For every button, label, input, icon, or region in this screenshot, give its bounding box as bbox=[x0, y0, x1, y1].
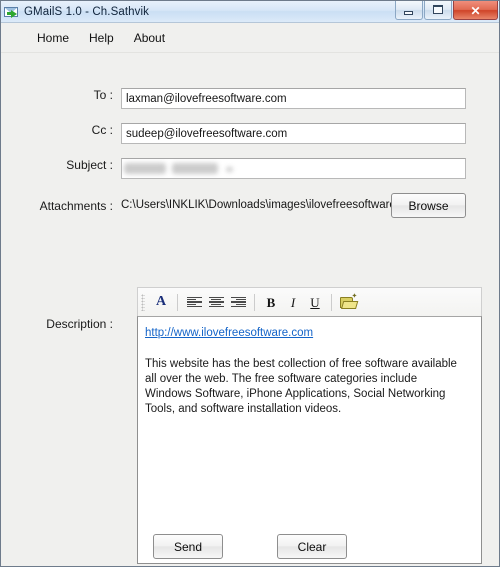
maximize-icon bbox=[433, 5, 443, 14]
toolbar-separator bbox=[254, 293, 255, 311]
to-row: To : bbox=[1, 88, 499, 109]
italic-glyph: I bbox=[290, 294, 296, 310]
redacted-text-blob bbox=[124, 163, 166, 174]
to-input[interactable] bbox=[121, 88, 466, 109]
attachment-path: C:\Users\INKLIK\Downloads\images\ilovefr… bbox=[121, 199, 391, 211]
bold-glyph: B bbox=[266, 294, 276, 310]
maximize-button[interactable] bbox=[424, 1, 452, 20]
description-label: Description : bbox=[46, 317, 113, 331]
menu-item-help[interactable]: Help bbox=[79, 28, 124, 48]
description-link[interactable]: http://www.ilovefreesoftware.com bbox=[145, 327, 313, 339]
underline-icon[interactable]: U bbox=[304, 292, 326, 313]
description-textarea[interactable]: http://www.ilovefreesoftware.com This we… bbox=[137, 316, 482, 564]
close-button[interactable]: ✕ bbox=[453, 1, 498, 20]
align-left-icon[interactable] bbox=[183, 292, 205, 313]
bold-icon[interactable]: B bbox=[260, 292, 282, 313]
align-center-icon[interactable] bbox=[205, 292, 227, 313]
font-color-icon[interactable]: A bbox=[150, 292, 172, 313]
italic-icon[interactable]: I bbox=[282, 292, 304, 313]
application-window: GMailS 1.0 - Ch.Sathvik ✕ Home Help Abou… bbox=[0, 0, 500, 567]
font-color-glyph: A bbox=[155, 294, 167, 309]
menu-item-home[interactable]: Home bbox=[27, 28, 79, 48]
browse-button[interactable]: Browse bbox=[391, 193, 466, 218]
redacted-text-blob bbox=[172, 163, 218, 174]
toolbar-separator bbox=[177, 293, 178, 311]
align-right-icon[interactable] bbox=[227, 292, 249, 313]
redacted-text-blob bbox=[226, 167, 233, 172]
formatting-toolbar: A B I U ✦ bbox=[137, 287, 482, 316]
footer-actions: Send Clear bbox=[1, 534, 499, 559]
form-area: To : Cc : Subject : Attachments : C:\Use… bbox=[1, 53, 499, 566]
to-label: To : bbox=[93, 88, 113, 102]
cc-label: Cc : bbox=[91, 123, 113, 137]
window-controls: ✕ bbox=[394, 1, 498, 21]
send-button[interactable]: Send bbox=[153, 534, 223, 559]
window-title: GMailS 1.0 - Ch.Sathvik bbox=[24, 5, 150, 18]
open-folder-icon[interactable]: ✦ bbox=[337, 292, 359, 313]
cc-row: Cc : bbox=[1, 123, 499, 144]
toolbar-grip[interactable] bbox=[141, 293, 145, 311]
minimize-icon bbox=[404, 11, 413, 15]
underline-glyph: U bbox=[310, 294, 320, 310]
attachments-row: Attachments : C:\Users\INKLIK\Downloads\… bbox=[1, 193, 499, 218]
menu-item-about[interactable]: About bbox=[124, 28, 175, 48]
close-icon: ✕ bbox=[470, 4, 481, 18]
description-body-text: This website has the best collection of … bbox=[145, 358, 457, 415]
clear-button[interactable]: Clear bbox=[277, 534, 347, 559]
subject-input[interactable] bbox=[121, 158, 466, 179]
description-editor: A B I U ✦ http://www.ilovefreesoftware.c… bbox=[137, 287, 482, 564]
subject-row: Subject : bbox=[1, 158, 499, 179]
subject-label: Subject : bbox=[66, 158, 113, 172]
minimize-button[interactable] bbox=[395, 1, 423, 20]
menu-bar: Home Help About bbox=[1, 23, 499, 53]
toolbar-separator bbox=[331, 293, 332, 311]
cc-input[interactable] bbox=[121, 123, 466, 144]
mail-send-icon bbox=[4, 4, 20, 20]
attachments-label: Attachments : bbox=[39, 198, 113, 213]
title-bar: GMailS 1.0 - Ch.Sathvik ✕ bbox=[1, 1, 499, 23]
